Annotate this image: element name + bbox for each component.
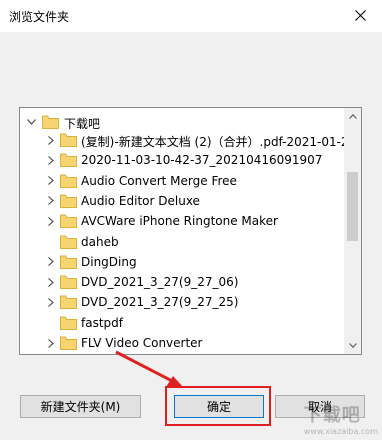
folder-icon (60, 133, 77, 147)
tree-item[interactable]: FLV Video Converter (20, 332, 346, 354)
tree-item-label: Audio Editor Deluxe (81, 193, 200, 208)
folder-icon (60, 235, 77, 249)
folder-tree[interactable]: 下载吧 (复制)-新建文本文档 (2)（合并）.pdf-2021-01-25 20… (19, 107, 362, 355)
chevron-right-icon[interactable] (46, 176, 56, 186)
folder-icon (60, 255, 77, 269)
tree-item[interactable]: DVD_2021_3_27(9_27_06) (20, 271, 346, 293)
folder-icon (60, 336, 77, 350)
scroll-up-icon[interactable] (344, 108, 361, 125)
folder-icon (60, 174, 77, 188)
tree-item[interactable]: fastpdf (20, 312, 346, 334)
tree-item[interactable]: daheb (20, 231, 346, 253)
window-title: 浏览文件夹 (9, 10, 70, 24)
chevron-right-icon[interactable] (46, 297, 56, 307)
tree-item[interactable]: Audio Editor Deluxe (20, 190, 346, 212)
chevron-right-icon[interactable] (46, 196, 56, 206)
tree-item-label: DingDing (81, 254, 137, 269)
chevron-right-icon[interactable] (46, 135, 56, 145)
tree-item-label: Audio Convert Merge Free (81, 173, 237, 188)
new-folder-button[interactable]: 新建文件夹(M) (20, 395, 141, 418)
scroll-down-icon[interactable] (344, 337, 361, 354)
chevron-right-icon[interactable] (46, 338, 56, 348)
tree-item-label: AVCWare iPhone Ringtone Maker (81, 214, 278, 229)
vertical-scrollbar[interactable] (344, 108, 361, 354)
tree-item[interactable]: 2020-11-03-10-42-37_20210416091907 (20, 149, 346, 171)
watermark-text: 下载吧 (303, 405, 361, 426)
tree-item-label: DVD_2021_3_27(9_27_25) (81, 295, 239, 310)
folder-icon (60, 214, 77, 229)
tree-item-label: FLV Video Converter (81, 336, 203, 350)
title-bar: 浏览文件夹 (0, 0, 382, 32)
chevron-right-icon[interactable] (46, 216, 56, 226)
chevron-right-icon[interactable] (46, 277, 56, 287)
folder-icon (60, 153, 77, 168)
scrollbar-thumb[interactable] (347, 172, 358, 241)
folder-icon (60, 194, 77, 208)
close-icon[interactable] (348, 4, 372, 26)
watermark-url: www.xiazaiba.com (303, 427, 378, 436)
tree-item[interactable]: DingDing (20, 251, 346, 273)
folder-icon (60, 275, 77, 290)
tree-item-label: DVD_2021_3_27(9_27_06) (81, 275, 239, 290)
chevron-down-icon[interactable] (26, 117, 36, 127)
folder-icon (42, 115, 59, 129)
watermark: 下载吧 www.xiazaiba.com (304, 401, 378, 436)
tree-item[interactable]: (复制)-新建文本文档 (2)（合并）.pdf-2021-01-25 (20, 129, 346, 151)
tree-item-label: (复制)-新建文本文档 (2)（合并）.pdf-2021-01-25 (81, 135, 346, 149)
chevron-right-icon[interactable] (46, 155, 56, 165)
folder-icon (60, 316, 77, 330)
tree-item[interactable]: DVD_2021_3_27(9_27_25) (20, 291, 346, 313)
tree-item[interactable]: Audio Convert Merge Free (20, 170, 346, 192)
chevron-right-icon[interactable] (46, 257, 56, 267)
tree-item-label: fastpdf (81, 315, 123, 330)
tree-item-label: 2020-11-03-10-42-37_20210416091907 (81, 153, 323, 168)
ok-button[interactable]: 确定 (174, 395, 264, 418)
tree-item[interactable]: AVCWare iPhone Ringtone Maker (20, 210, 346, 232)
folder-icon (60, 295, 77, 310)
tree-item-label: daheb (81, 234, 119, 249)
